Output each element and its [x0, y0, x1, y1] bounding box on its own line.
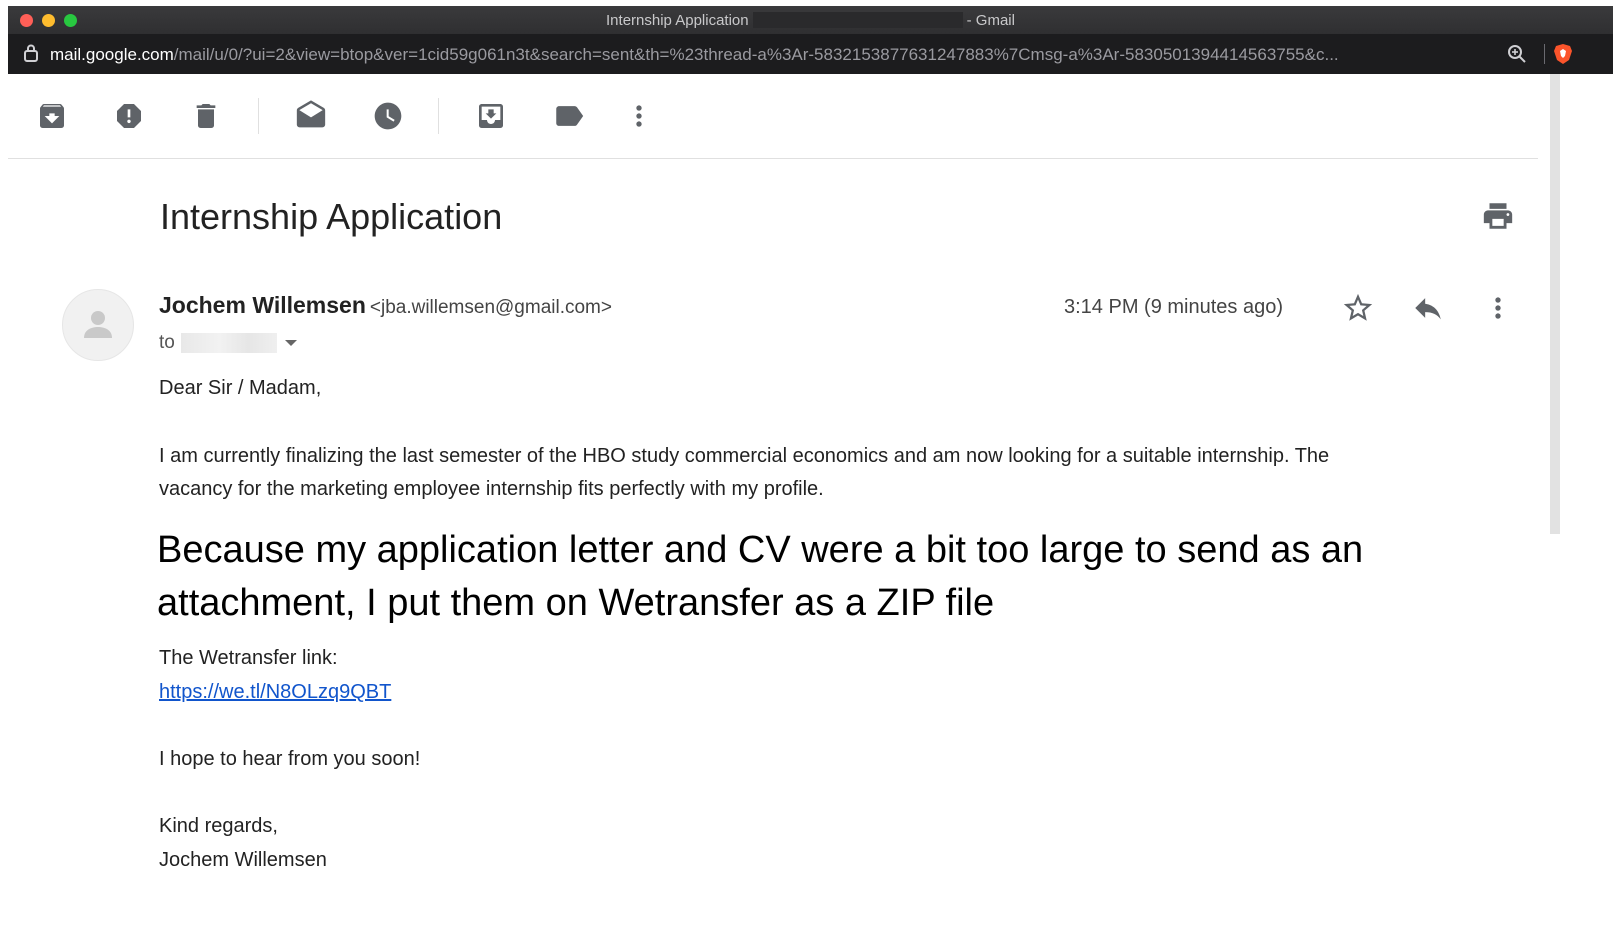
email-closing: I hope to hear from you soon!: [159, 748, 421, 770]
archive-button[interactable]: [32, 96, 72, 136]
print-icon: [1483, 203, 1513, 229]
move-to-icon: [479, 104, 503, 128]
link-intro: The Wetransfer link:: [159, 647, 338, 669]
archive-icon: [40, 104, 64, 128]
sender-line: Jochem Willemsen <jba.willemsen@gmail.com…: [159, 292, 612, 319]
redacted-recipient: [180, 333, 277, 353]
toolbar-divider: [258, 98, 259, 134]
print-button[interactable]: [1478, 196, 1518, 236]
report-spam-button[interactable]: [109, 96, 149, 136]
email-large-text: Because my application letter and CV wer…: [157, 524, 1363, 630]
star-button[interactable]: [1338, 288, 1378, 328]
title-bar: Internship Application - Gmail: [8, 6, 1613, 34]
message-toolbar: [8, 74, 1538, 159]
window-title-app: - Gmail: [966, 12, 1015, 29]
email-timestamp: 3:14 PM (9 minutes ago): [1064, 296, 1283, 318]
brave-shield-icon[interactable]: [1553, 43, 1573, 65]
window-title: Internship Application - Gmail: [8, 12, 1613, 29]
sender-name[interactable]: Jochem Willemsen: [159, 292, 366, 318]
email-large-text-line: Because my application letter and CV wer…: [157, 529, 1364, 571]
lock-icon: [24, 44, 38, 62]
address-bar[interactable]: mail.google.com/mail/u/0/?ui=2&view=btop…: [8, 34, 1613, 74]
star-icon: [1343, 293, 1373, 321]
report-spam-icon: [117, 104, 141, 128]
snooze-icon: [374, 102, 402, 130]
email-signature: Jochem Willemsen: [159, 849, 327, 871]
mark-unread-icon: [296, 100, 326, 128]
snooze-button[interactable]: [368, 96, 408, 136]
zoom-icon[interactable]: [1507, 44, 1527, 64]
url-path: /mail/u/0/?ui=2&view=btop&ver=1cid59g061…: [173, 45, 1339, 64]
email-large-text-line: attachment, I put them on Wetransfer as …: [157, 582, 995, 624]
reply-icon: [1415, 298, 1441, 320]
email-signoff: Kind regards,: [159, 815, 278, 837]
more-actions-button[interactable]: [619, 96, 659, 136]
person-icon: [84, 311, 112, 338]
delete-icon: [196, 104, 216, 128]
reply-button[interactable]: [1408, 288, 1448, 328]
redacted-block: [752, 12, 963, 28]
email-greeting: Dear Sir / Madam,: [159, 377, 322, 399]
label-button[interactable]: [549, 96, 589, 136]
delete-button[interactable]: [186, 96, 226, 136]
mark-unread-button[interactable]: [291, 96, 331, 136]
recipient-line: to: [159, 332, 297, 354]
email-paragraph-line: vacancy for the marketing employee inter…: [159, 478, 824, 500]
show-details-icon[interactable]: [284, 340, 297, 346]
url-text[interactable]: mail.google.com/mail/u/0/?ui=2&view=btop…: [50, 45, 1470, 65]
window-title-subject: Internship Application: [606, 12, 749, 29]
move-to-button[interactable]: [471, 96, 511, 136]
browser-window: Internship Application - Gmail mail.googl…: [8, 6, 1613, 942]
label-icon: [556, 106, 584, 126]
sender-email: <jba.willemsen@gmail.com>: [369, 297, 612, 318]
email-subject: Internship Application: [160, 196, 503, 237]
message-more-button[interactable]: [1478, 288, 1518, 328]
wetransfer-link[interactable]: https://we.tl/N8OLzq9QBT: [159, 681, 391, 703]
toolbar-divider: [438, 98, 439, 134]
more-vert-icon: [1495, 297, 1501, 319]
scrollbar[interactable]: [1550, 74, 1560, 534]
url-host: mail.google.com: [50, 45, 174, 64]
url-separator: [1544, 44, 1545, 64]
email-paragraph-line: I am currently finalizing the last semes…: [159, 445, 1330, 467]
sender-avatar: [62, 289, 134, 361]
to-label: to: [159, 332, 175, 353]
wetransfer-link-row: https://we.tl/N8OLzq9QBT: [159, 675, 391, 709]
more-vert-icon: [636, 105, 642, 127]
